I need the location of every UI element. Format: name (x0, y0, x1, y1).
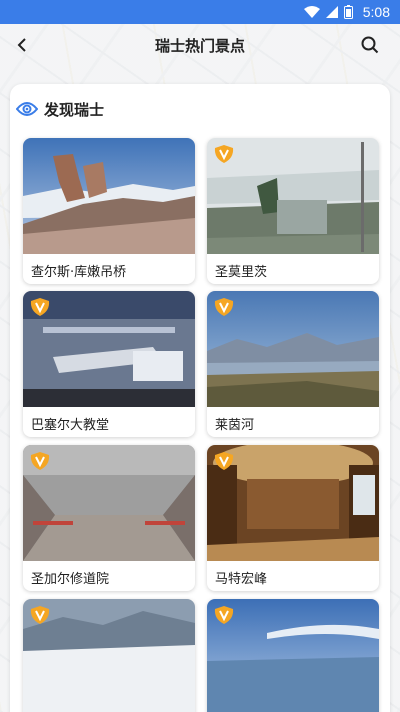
vr-badge-icon (30, 298, 50, 316)
vr-badge-icon (214, 298, 234, 316)
vr-badge (212, 604, 236, 626)
vr-badge-icon (30, 452, 50, 470)
vr-badge (212, 143, 236, 165)
place-label: 圣莫里茨 (215, 265, 268, 280)
signal-icon (325, 6, 338, 18)
place-card-matterhorn[interactable]: 马特宏峰 (207, 445, 379, 591)
place-label: 查尔斯·库嫩吊桥 (31, 265, 127, 280)
vr-badge (28, 296, 52, 318)
place-card-chaeserrugg[interactable]: 查尔斯·库嫩吊桥 (23, 138, 195, 284)
place-photo (23, 138, 195, 254)
vr-badge-icon (214, 145, 234, 163)
status-time: 5:08 (362, 4, 390, 20)
place-card[interactable] (207, 599, 379, 712)
place-card-basel-cathedral[interactable]: 巴塞尔大教堂 (23, 291, 195, 437)
place-label: 巴塞尔大教堂 (31, 418, 110, 433)
vr-badge (28, 450, 52, 472)
app-bar: 瑞士热门景点 (0, 24, 400, 66)
vr-badge (28, 604, 52, 626)
discover-panel: 发现瑞士 查尔斯·库嫩吊桥 圣莫里茨 巴塞尔大教堂 莱茵河 圣加尔修道院 马特宏… (10, 84, 390, 712)
place-label: 马特宏峰 (215, 572, 268, 587)
vr-badge (212, 450, 236, 472)
place-label: 莱茵河 (215, 418, 255, 433)
vr-badge-icon (30, 606, 50, 624)
place-card-st-moritz[interactable]: 圣莫里茨 (207, 138, 379, 284)
place-label: 圣加尔修道院 (31, 572, 110, 587)
status-bar: 5:08 (0, 0, 400, 24)
eye-icon (16, 102, 38, 116)
vr-badge (212, 296, 236, 318)
vr-badge-icon (214, 606, 234, 624)
place-card-rhine[interactable]: 莱茵河 (207, 291, 379, 437)
section-header: 发现瑞士 (16, 98, 104, 120)
back-button[interactable] (10, 33, 34, 57)
back-arrow-icon (17, 38, 26, 52)
wifi-icon (303, 6, 320, 18)
place-card[interactable] (23, 599, 195, 712)
place-card-st-gallen-abbey[interactable]: 圣加尔修道院 (23, 445, 195, 591)
search-icon (361, 36, 379, 54)
search-button[interactable] (358, 33, 382, 57)
page-title: 瑞士热门景点 (154, 36, 245, 55)
vr-badge-icon (214, 452, 234, 470)
battery-icon (343, 5, 353, 19)
section-title: 发现瑞士 (44, 100, 105, 119)
